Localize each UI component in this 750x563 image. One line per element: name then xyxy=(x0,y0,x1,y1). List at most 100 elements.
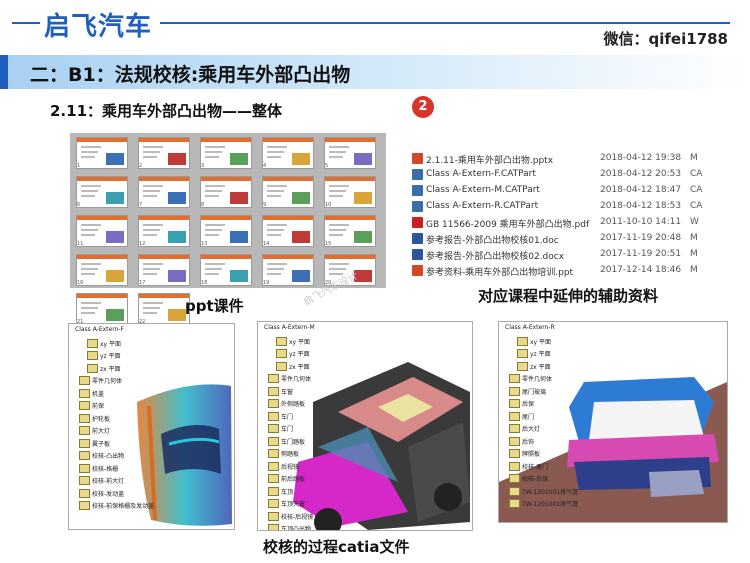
slide-image xyxy=(168,192,186,204)
slide-text-line xyxy=(205,190,222,192)
slide-text-line xyxy=(329,268,346,270)
slide-header-bar xyxy=(139,294,189,298)
slide-text-line xyxy=(143,307,160,309)
tree-node-label: zx 平面 xyxy=(530,363,551,371)
slide-image xyxy=(292,270,310,282)
ppt-slide-thumbnail[interactable]: 15 xyxy=(324,215,376,247)
slide-header-bar xyxy=(263,255,313,259)
ppt-slide-thumbnail[interactable]: 9 xyxy=(262,176,314,208)
file-row[interactable]: Class A-Extern-F.CATPart 2018-04-12 20:53… xyxy=(410,167,750,183)
ppt-slide-thumbnail[interactable]: 18 xyxy=(200,254,252,286)
file-date: 2017-11-19 20:51 xyxy=(600,249,682,259)
ppt-slide-thumbnail[interactable]: 6 xyxy=(76,176,128,208)
slide-text-line xyxy=(205,224,225,226)
slide-number: 12 xyxy=(139,241,146,247)
file-row[interactable]: Class A-Extern-M.CATPart 2018-04-12 18:47… xyxy=(410,183,750,199)
slide-text-line xyxy=(81,195,95,197)
tree-node-icon xyxy=(79,376,90,385)
tree-node-icon xyxy=(276,349,287,358)
slide-image xyxy=(106,309,124,321)
tree-node-icon xyxy=(79,451,90,460)
slide-number: 3 xyxy=(201,163,205,169)
slide-text-line xyxy=(81,151,98,153)
ppt-slide-thumbnail[interactable]: 12 xyxy=(138,215,190,247)
tree-node-label: 车顶 xyxy=(281,488,294,496)
slide-number: 9 xyxy=(263,202,267,208)
ppt-slide-thumbnail[interactable]: 21 xyxy=(76,293,128,325)
ppt-slide-thumbnail[interactable]: 5 xyxy=(324,137,376,169)
slide-header-bar xyxy=(201,177,251,181)
slide-text-line xyxy=(205,156,219,158)
tree-node-label: 前保 xyxy=(92,403,105,410)
slide-text-line xyxy=(329,151,346,153)
slide-header-bar xyxy=(139,177,189,181)
slide-number: 13 xyxy=(201,241,208,247)
slide-text-line xyxy=(205,268,222,270)
file-row[interactable]: GB 11566-2009 乘用车外部凸出物.pdf 2011-10-10 14:… xyxy=(410,215,750,231)
slide-image xyxy=(106,270,124,282)
slide-number: 4 xyxy=(263,163,267,169)
catia-panel-front: Class A-Extern-F xy 平面 yz 平面 zx 平面 零件几何体 机盖 前保… xyxy=(68,323,235,530)
slide-image xyxy=(168,153,186,165)
ppt-thumbnail-grid: 1 2 3 4 5 6 7 8 9 10 11 12 13 14 15 16 17 18 19 20 21 22 xyxy=(70,133,386,325)
header-divider-right xyxy=(160,22,730,24)
file-type: CA xyxy=(690,201,703,211)
ppt-slide-thumbnail[interactable]: 17 xyxy=(138,254,190,286)
tree-node-label: 牌照板 xyxy=(522,451,541,458)
slide-text-line xyxy=(267,146,287,148)
ppt-slide-thumbnail[interactable]: 19 xyxy=(262,254,314,286)
tree-node-icon xyxy=(509,449,520,458)
tree-node-icon xyxy=(517,361,528,371)
slide-text-line xyxy=(81,190,98,192)
slide-text-line xyxy=(143,185,163,187)
ppt-slide-thumbnail[interactable]: 22 xyxy=(138,293,190,325)
slide-text-line xyxy=(205,234,219,236)
file-type: CA xyxy=(690,169,703,179)
slide-text-line xyxy=(143,151,160,153)
file-row[interactable]: 参考报告-外部凸出物校核01.doc 2017-11-19 20:48 M xyxy=(410,231,750,247)
file-row[interactable]: Class A-Extern-R.CATPart 2018-04-12 18:53… xyxy=(410,199,750,215)
ppt-slide-thumbnail[interactable]: 7 xyxy=(138,176,190,208)
slide-number: 5 xyxy=(325,163,329,169)
ppt-slide-thumbnail[interactable]: 11 xyxy=(76,215,128,247)
ppt-slide-thumbnail[interactable]: 4 xyxy=(262,137,314,169)
slide-text-line xyxy=(267,156,281,158)
tree-node-icon xyxy=(509,411,520,421)
tree-node-icon xyxy=(79,438,90,448)
slide-header-bar xyxy=(201,216,251,220)
ppt-slide-thumbnail[interactable]: 14 xyxy=(262,215,314,247)
slide-text-line xyxy=(267,151,284,153)
tree-node-label: 前大灯 xyxy=(92,428,111,435)
ppt-slide-thumbnail[interactable]: 3 xyxy=(200,137,252,169)
slide-text-line xyxy=(205,229,222,231)
section-title: 二：B1：法规校核:乘用车外部凸出物 xyxy=(30,64,351,86)
tree-node-label: 车门 xyxy=(281,426,294,433)
file-date: 2011-10-10 14:11 xyxy=(600,217,682,227)
file-type-icon xyxy=(412,217,423,228)
file-row[interactable]: 参考报告-外部凸出物校核02.docx 2017-11-19 20:51 M xyxy=(410,247,750,263)
slide-header-bar xyxy=(325,177,375,181)
tree-node-icon xyxy=(87,338,98,348)
slide-text-line xyxy=(81,307,98,309)
slide-text-line xyxy=(205,263,225,265)
tree-node-icon xyxy=(509,399,520,408)
ppt-slide-thumbnail[interactable]: 2 xyxy=(138,137,190,169)
tree-node-label: zx 平面 xyxy=(100,365,121,373)
tree-node-label: 校核-后保 xyxy=(522,476,549,483)
ppt-slide-thumbnail[interactable]: 16 xyxy=(76,254,128,286)
file-row[interactable]: 参考资料-乘用车外部凸出物培训.ppt 2017-12-14 18:46 M xyxy=(410,263,750,279)
ppt-slide-thumbnail[interactable]: 1 xyxy=(76,137,128,169)
ppt-slide-thumbnail[interactable]: 8 xyxy=(200,176,252,208)
slide-image xyxy=(230,231,248,243)
tree-node-icon xyxy=(268,399,279,408)
tree-node-label: 车门 xyxy=(281,413,294,421)
slide-image xyxy=(106,153,124,165)
ppt-slide-thumbnail[interactable]: 10 xyxy=(324,176,376,208)
tree-node-icon xyxy=(87,363,98,373)
slide-text-line xyxy=(81,229,98,231)
slide-header-bar xyxy=(77,216,127,220)
file-row[interactable]: 2.1.11-乘用车外部凸出物.pptx 2018-04-12 19:38 M xyxy=(410,151,750,167)
ppt-slide-thumbnail[interactable]: 13 xyxy=(200,215,252,247)
slide-text-line xyxy=(267,229,284,231)
slide-text-line xyxy=(143,195,157,197)
